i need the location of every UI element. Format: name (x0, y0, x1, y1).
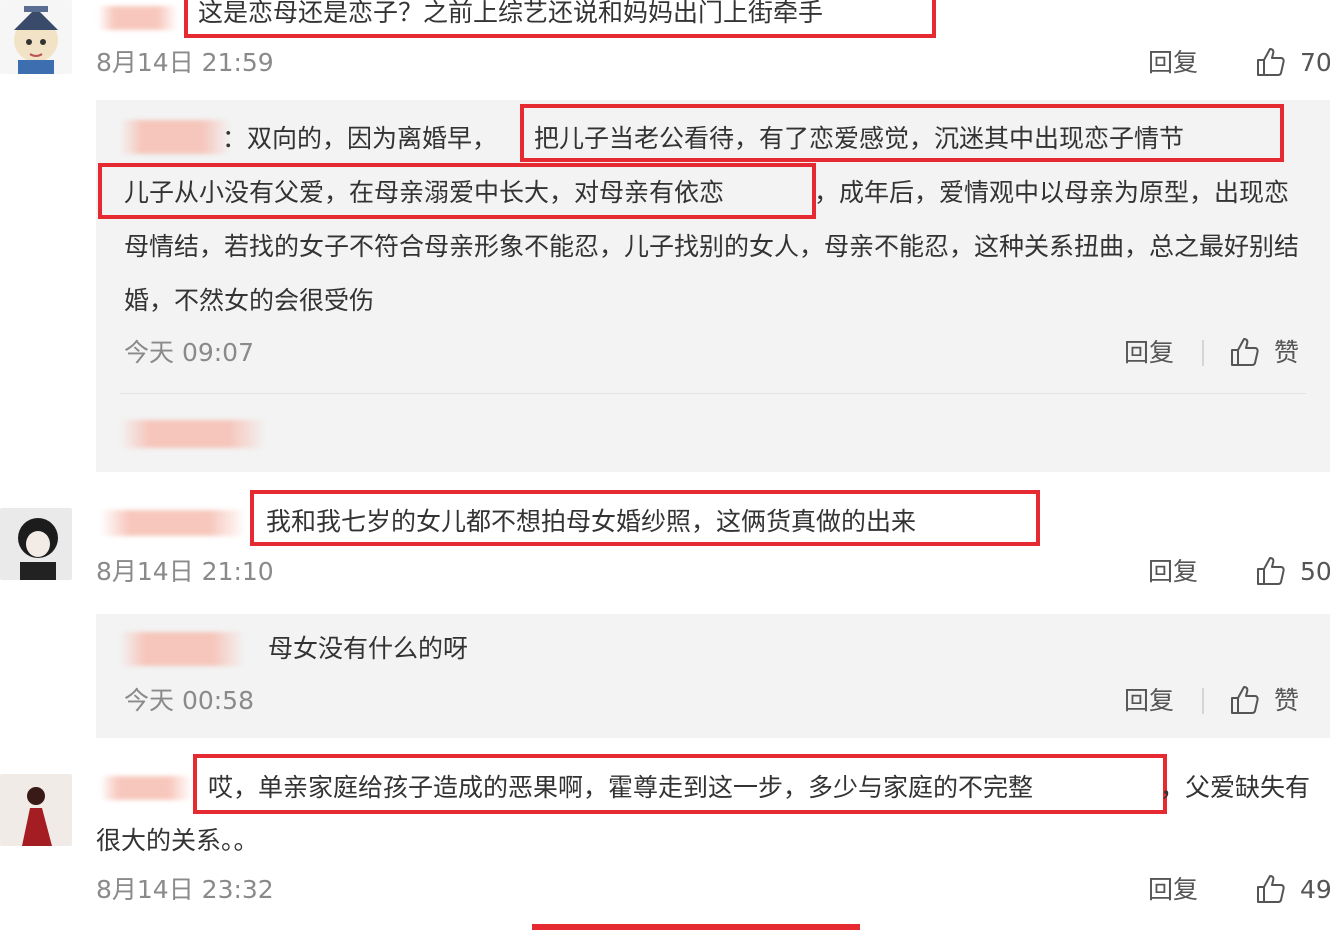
comment-text: 我和我七岁的女儿都不想拍母女婚纱照，这俩货真做的出来 (266, 507, 917, 536)
thumbs-up-icon[interactable] (1254, 46, 1286, 78)
divider (120, 393, 1306, 394)
thumbs-up-icon[interactable] (1254, 555, 1286, 587)
thumbs-up-icon[interactable] (1254, 873, 1286, 905)
reply-prefix: ：双向的，因为离婚早， (222, 124, 498, 153)
reply-timestamp: 今天 00:58 (124, 686, 254, 715)
comment-text: 这是恋母还是恋子？之前上综艺还说和妈妈出门上街牵手 (198, 0, 824, 27)
username-blurred[interactable] (100, 510, 246, 536)
divider (1202, 688, 1204, 714)
reply-button[interactable]: 回复 (1124, 338, 1174, 368)
like-count: 49 (1300, 875, 1330, 904)
reply-text: ，成年后，爱情观中以母亲为原型，出现恋母情结，若找的女子不符合母亲形象不能忍，儿… (124, 166, 1304, 328)
avatar[interactable] (0, 508, 72, 580)
username-blurred[interactable] (100, 776, 192, 800)
username-blurred[interactable] (120, 632, 244, 666)
reply-text: 母女没有什么的呀 (268, 634, 469, 663)
like-button[interactable]: 赞 (1274, 338, 1299, 368)
username-blurred[interactable] (120, 120, 230, 154)
avatar[interactable] (0, 774, 72, 846)
reply-highlight-text: 把儿子当老公看待，有了恋爱感觉，沉迷其中出现恋子情节 (534, 124, 1185, 153)
more-replies-blurred[interactable] (120, 420, 266, 448)
like-count: 70 (1300, 48, 1330, 77)
reply-button[interactable]: 回复 (1148, 557, 1198, 587)
avatar[interactable] (0, 0, 72, 74)
username-blurred[interactable] (98, 6, 178, 30)
reply-button[interactable]: 回复 (1124, 686, 1174, 716)
comment-timestamp: 8月14日 21:10 (96, 557, 274, 586)
highlight-frame-edge (532, 924, 860, 930)
reply-rest-text: ，成年后，爱情观中以母亲为原型，出现恋母情结，若找的女子不符合母亲形象不能忍，儿… (124, 178, 1300, 315)
like-count: 50 (1300, 557, 1330, 586)
comment-text: ，父爱缺失有 (1160, 773, 1311, 802)
thumbs-up-icon[interactable] (1228, 336, 1260, 368)
reply-button[interactable]: 回复 (1148, 48, 1198, 78)
thumbs-up-icon[interactable] (1228, 684, 1260, 716)
comment-highlight-text: 哎，单亲家庭给孩子造成的恶果啊，霍尊走到这一步，多少与家庭的不完整 (208, 773, 1034, 802)
like-button[interactable]: 赞 (1274, 686, 1299, 716)
comment-timestamp: 8月14日 21:59 (96, 48, 274, 77)
reply-button[interactable]: 回复 (1148, 875, 1198, 905)
divider (1202, 340, 1204, 366)
reply-timestamp: 今天 09:07 (124, 338, 254, 367)
comment-text: 很大的关系。。 (96, 826, 259, 855)
comment-timestamp: 8月14日 23:32 (96, 875, 274, 904)
reply-box (96, 614, 1330, 738)
